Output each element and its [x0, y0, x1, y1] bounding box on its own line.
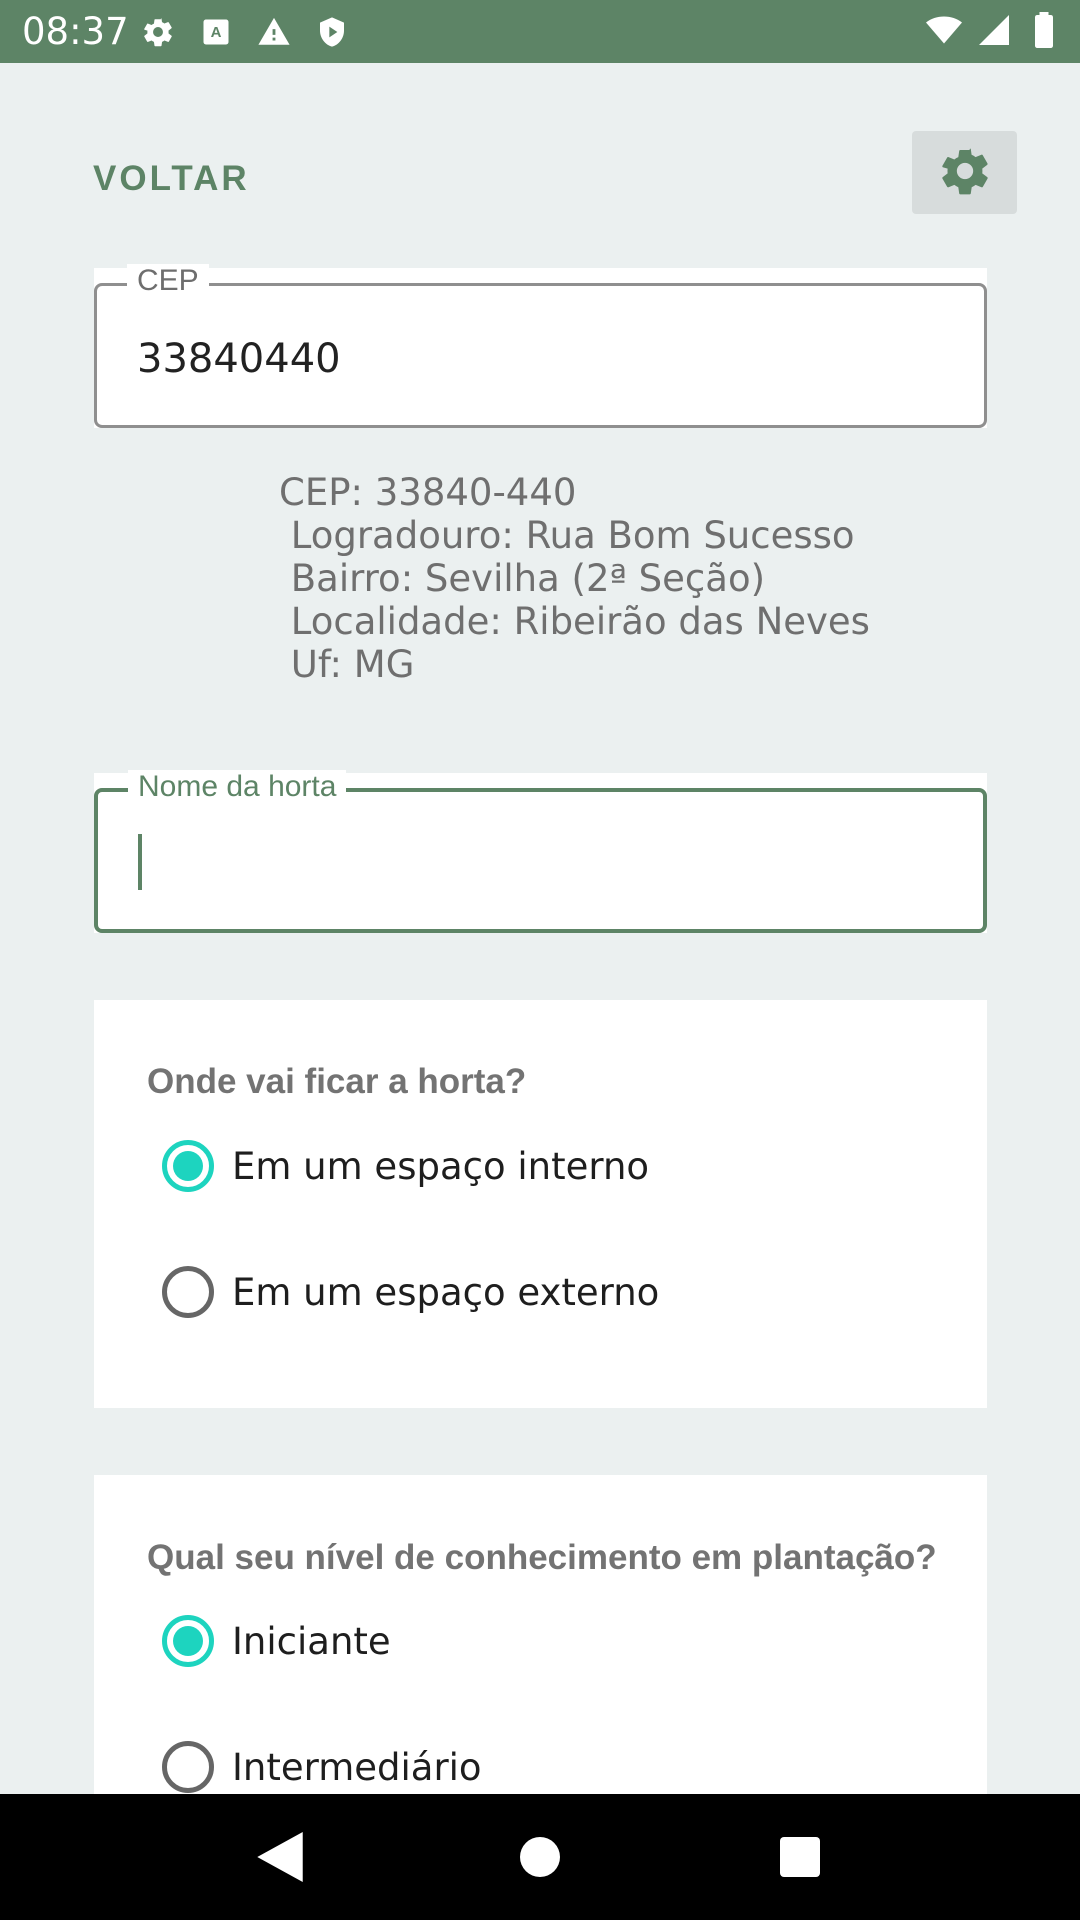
radio-option-interno[interactable]: Em um espaço interno	[162, 1140, 649, 1192]
radio-option-externo[interactable]: Em um espaço externo	[162, 1266, 659, 1318]
shield-play-icon	[314, 14, 350, 50]
gear-icon	[140, 14, 176, 50]
status-icons-right	[926, 12, 1062, 48]
address-info: CEP: 33840-440 Logradouro: Rua Bom Suces…	[279, 471, 870, 686]
app-content: VOLTAR CEP 33840440 CEP: 33840-440 Logra…	[0, 63, 1080, 1794]
cep-field-container: CEP 33840440	[94, 264, 987, 428]
battery-icon	[1026, 12, 1062, 48]
radio-unchecked-icon[interactable]	[162, 1266, 214, 1318]
navigation-bar	[0, 1794, 1080, 1920]
back-triangle-icon[interactable]	[240, 1817, 320, 1897]
keyboard-a-icon: A	[198, 14, 234, 50]
radio-label-externo: Em um espaço externo	[232, 1270, 660, 1314]
status-bar: 08:37 A	[0, 0, 1080, 63]
nome-field-container: Nome da horta	[94, 770, 987, 933]
radio-option-iniciante[interactable]: Iniciante	[162, 1615, 391, 1667]
radio-label-interno: Em um espaço interno	[232, 1144, 650, 1188]
radio-unchecked-icon[interactable]	[162, 1741, 214, 1793]
signal-icon	[976, 12, 1012, 48]
status-icons-left: A	[140, 14, 350, 50]
recents-square-icon[interactable]	[760, 1817, 840, 1897]
nome-field-label: Nome da horta	[128, 770, 347, 804]
svg-text:A: A	[211, 24, 222, 41]
radio-option-intermediario[interactable]: Intermediário	[162, 1741, 482, 1793]
radio-checked-icon[interactable]	[162, 1140, 214, 1192]
cep-field[interactable]: CEP 33840440	[94, 264, 987, 428]
text-cursor	[138, 834, 142, 890]
warning-icon	[256, 14, 292, 50]
wifi-icon	[926, 12, 962, 48]
settings-button[interactable]	[912, 131, 1017, 214]
location-question-title: Onde vai ficar a horta?	[147, 1062, 527, 1101]
nome-da-horta-field[interactable]: Nome da horta	[94, 770, 987, 933]
knowledge-question-card: Qual seu nível de conhecimento em planta…	[94, 1475, 987, 1794]
gear-icon	[937, 143, 993, 202]
location-question-card: Onde vai ficar a horta? Em um espaço int…	[94, 1000, 987, 1408]
home-circle-icon[interactable]	[500, 1817, 580, 1897]
radio-label-iniciante: Iniciante	[232, 1619, 391, 1663]
cep-field-value[interactable]: 33840440	[137, 336, 341, 382]
radio-checked-icon[interactable]	[162, 1615, 214, 1667]
radio-label-intermediario: Intermediário	[232, 1745, 482, 1789]
knowledge-question-title: Qual seu nível de conhecimento em planta…	[147, 1538, 937, 1577]
status-time: 08:37	[22, 10, 129, 53]
back-button[interactable]: VOLTAR	[93, 159, 250, 199]
cep-field-label: CEP	[127, 264, 209, 298]
